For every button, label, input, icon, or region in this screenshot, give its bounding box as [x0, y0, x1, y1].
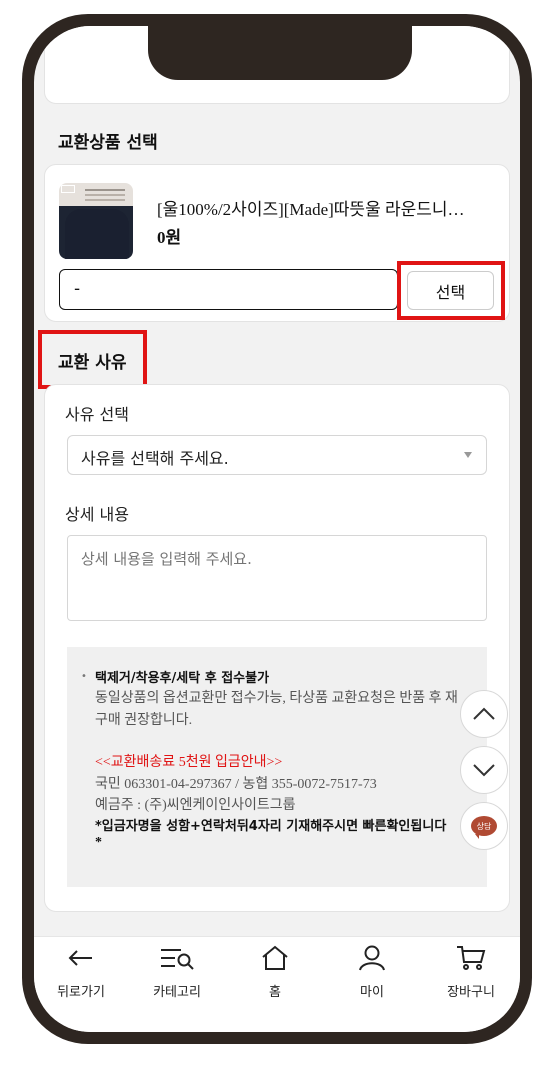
nav-my[interactable]: 마이 — [327, 945, 417, 1000]
notice-line: 구매 권장합니다. — [95, 713, 193, 728]
nav-my-label: 마이 — [360, 985, 384, 1000]
chat-bubble-icon: 상담 — [471, 816, 497, 839]
scroll-down-button[interactable] — [460, 746, 508, 794]
notice-line: * — [95, 835, 102, 850]
phone-frame: 교환상품 선택 [울100%/2사이즈][Made]따뜻울 라운드니… 0원 -… — [22, 14, 532, 1044]
notice-box: • 택제거/착용후/세탁 후 접수불가 동일상품의 옵션교환만 접수가능, 타상… — [67, 647, 487, 887]
reason-select-label: 사유 선택 — [65, 405, 129, 424]
notice-line: 택제거/착용후/세탁 후 접수불가 — [95, 671, 270, 686]
exchange-reason-card: 사유 선택 사유를 선택해 주세요. 상세 내용 • 택제거/착용후/세탁 후 … — [44, 384, 510, 912]
chevron-down-icon — [473, 764, 495, 777]
notice-account-holder: 예금주 : (주)씨엔케이인사이트그룹 — [95, 798, 296, 813]
nav-cart-label: 장바구니 — [447, 985, 495, 1000]
cart-icon — [457, 946, 486, 970]
detail-label: 상세 내용 — [65, 505, 129, 524]
chevron-up-icon — [473, 707, 495, 720]
phone-notch — [148, 26, 412, 80]
reason-dropdown[interactable]: 사유를 선택해 주세요. — [67, 435, 487, 475]
home-icon — [262, 945, 288, 970]
screen: 교환상품 선택 [울100%/2사이즈][Made]따뜻울 라운드니… 0원 -… — [34, 26, 520, 1032]
bullet-icon: • — [81, 671, 87, 682]
exchange-product-title: 교환상품 선택 — [58, 133, 158, 153]
arrow-left-icon — [68, 950, 92, 966]
nav-category[interactable]: 카테고리 — [132, 945, 222, 1000]
person-icon — [359, 945, 385, 971]
detail-textarea[interactable] — [67, 535, 487, 621]
caret-down-icon — [464, 452, 472, 458]
nav-home[interactable]: 홈 — [230, 945, 320, 1000]
product-price: 0원 — [157, 228, 182, 247]
category-search-icon — [161, 949, 194, 970]
product-name: [울100%/2사이즈][Made]따뜻울 라운드니… — [157, 200, 465, 219]
garment-image — [65, 209, 129, 259]
notice-line: 동일상품의 옵션교환만 접수가능, 타상품 교환요청은 반품 후 재 — [95, 691, 458, 706]
option-field[interactable]: - — [59, 269, 398, 310]
chat-consult-button[interactable]: 상담 — [460, 802, 508, 850]
notice-bank-accounts: 국민 063301-04-297367 / 농협 355-0072-7517-7… — [95, 777, 377, 792]
bottom-nav: 뒤로가기 카테고리 홈 마이 장바구니 — [34, 936, 520, 1032]
scroll-up-button[interactable] — [460, 690, 508, 738]
exchange-product-card: [울100%/2사이즈][Made]따뜻울 라운드니… 0원 - 선택 — [44, 164, 510, 322]
select-button[interactable]: 선택 — [407, 271, 494, 310]
thumbnail-text-decoration — [85, 189, 125, 191]
nav-home-label: 홈 — [269, 985, 281, 1000]
product-thumbnail[interactable] — [59, 183, 133, 259]
exchange-reason-title: 교환 사유 — [58, 353, 127, 373]
nav-cart[interactable]: 장바구니 — [426, 945, 516, 1000]
nav-back[interactable]: 뒤로가기 — [36, 945, 126, 1000]
notice-shipping-fee: <<교환배송료 5천원 입금안내>> — [95, 755, 283, 770]
brand-tag-icon — [61, 185, 75, 193]
nav-category-label: 카테고리 — [153, 985, 201, 1000]
notice-line: *입금자명을 성함+연락처뒤4자리 기재해주시면 빠른확인됩니다 — [95, 819, 447, 834]
nav-back-label: 뒤로가기 — [57, 985, 105, 1000]
reason-dropdown-value: 사유를 선택해 주세요. — [81, 449, 229, 468]
chat-label: 상담 — [476, 821, 492, 831]
